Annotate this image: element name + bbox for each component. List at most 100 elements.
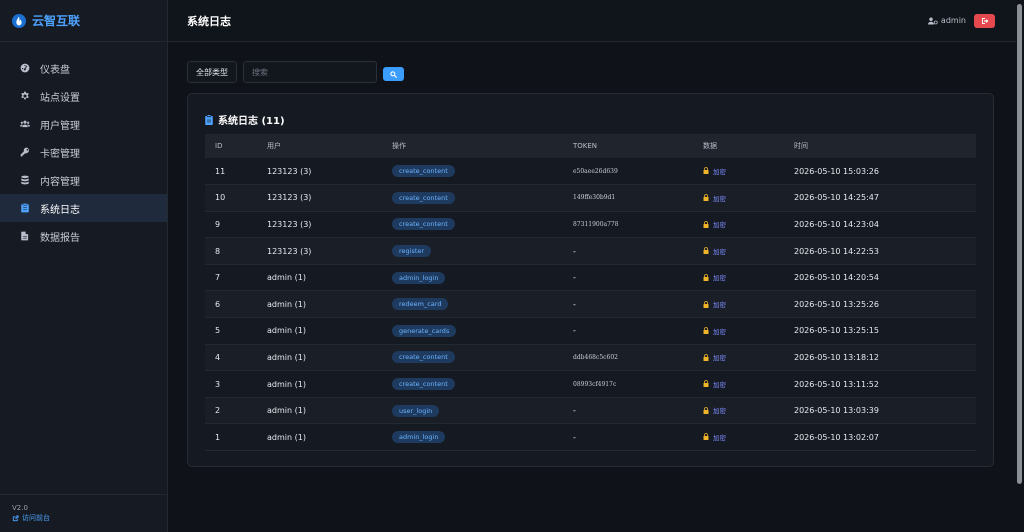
version-label: V2.0 [12, 504, 28, 512]
cell-token: ddb468c5c602 [573, 353, 618, 361]
cell-user: 123123 (3) [267, 193, 312, 203]
encrypted-data-link[interactable]: 加密 [703, 379, 726, 389]
cell-data: 加密 [693, 264, 784, 291]
action-badge[interactable]: redeem_card [392, 298, 449, 311]
column-header-user[interactable]: 用户 [257, 134, 382, 158]
sidebar-item-label: 内容管理 [40, 176, 80, 188]
sidebar-footer: V2.0 访问前台 [0, 494, 167, 532]
table-header-row: ID 用户 操作 TOKEN 数据 时间 [205, 134, 976, 158]
table-row: 10 123123 (3) create_content 149ffe30b9d… [205, 184, 976, 212]
data-label: 加密 [713, 327, 726, 336]
cell-token: - [573, 326, 576, 336]
lock-icon [703, 380, 709, 388]
action-badge[interactable]: create_content [392, 218, 455, 231]
cell-token: - [573, 432, 576, 442]
sidebar-item-dashboard[interactable]: 仪表盘 [0, 54, 167, 82]
column-header-time[interactable]: 时间 [784, 134, 976, 158]
cell-user: admin (1) [267, 432, 306, 442]
logout-button[interactable] [974, 13, 995, 28]
action-badge[interactable]: admin_login [392, 431, 446, 444]
cell-id: 6 [215, 299, 221, 309]
column-header-token[interactable]: TOKEN [563, 134, 693, 158]
data-label: 加密 [713, 274, 726, 283]
table-row: 4 admin (1) create_content ddb468c5c602 … [205, 344, 976, 371]
cell-token: 149ffe30b9d1 [573, 194, 616, 202]
cell-time: 2026-05-10 14:25:47 [794, 193, 879, 203]
table-row: 2 admin (1) user_login - 加密 2026-05-10 1… [205, 397, 976, 424]
search-button[interactable] [383, 67, 404, 81]
cell-action: create_content [382, 344, 563, 371]
cell-time: 2026-05-10 14:22:53 [794, 246, 879, 256]
encrypted-data-link[interactable]: 加密 [703, 193, 726, 203]
action-badge[interactable]: user_login [392, 404, 440, 417]
cell-id: 7 [215, 273, 221, 283]
column-header-id[interactable]: ID [205, 134, 257, 158]
search-input[interactable] [243, 61, 377, 83]
dashboard-icon [20, 63, 30, 73]
data-label: 加密 [713, 433, 726, 442]
data-label: 加密 [713, 301, 726, 310]
table-row: 11 123123 (3) create_content e50aee26d63… [205, 158, 976, 185]
encrypted-data-link[interactable]: 加密 [703, 432, 726, 442]
cell-data: 加密 [693, 291, 784, 318]
column-header-action[interactable]: 操作 [382, 134, 563, 158]
lock-icon [703, 327, 709, 335]
action-badge[interactable]: generate_cards [392, 324, 457, 337]
clipboard-icon [205, 114, 213, 125]
cell-action: admin_login [382, 424, 563, 451]
sidebar-item-data-report[interactable]: 数据报告 [0, 222, 167, 250]
sidebar-item-system-log[interactable]: 系统日志 [0, 194, 167, 222]
encrypted-data-link[interactable]: 加密 [703, 166, 726, 176]
cell-data: 加密 [693, 158, 784, 185]
encrypted-data-link[interactable]: 加密 [703, 326, 726, 336]
sidebar-item-content-management[interactable]: 内容管理 [0, 166, 167, 194]
brand[interactable]: 云智互联 [0, 0, 167, 42]
cell-token: e50aee26d639 [573, 167, 618, 175]
lock-icon [703, 167, 709, 175]
action-badge[interactable]: create_content [392, 191, 455, 204]
action-badge[interactable]: create_content [392, 165, 455, 178]
action-badge[interactable]: register [392, 245, 432, 258]
cell-user: admin (1) [267, 352, 306, 362]
cell-data: 加密 [693, 424, 784, 451]
cell-time: 2026-05-10 13:25:15 [794, 326, 879, 336]
sidebar: 云智互联 仪表盘 站点设置 用户管理 卡密管理 内容管理 系统日志 数据报告 V… [0, 0, 168, 532]
data-label: 加密 [713, 194, 726, 203]
column-header-data[interactable]: 数据 [693, 134, 784, 158]
flame-icon [12, 13, 26, 28]
cell-user: admin (1) [267, 273, 306, 283]
cell-id: 11 [215, 166, 226, 176]
cell-data: 加密 [693, 344, 784, 371]
user-menu[interactable]: admin [927, 16, 966, 25]
cell-id: 8 [215, 246, 221, 256]
cell-token: - [573, 273, 576, 283]
cell-user: 123123 (3) [267, 166, 312, 176]
sidebar-item-site-settings[interactable]: 站点设置 [0, 82, 167, 110]
encrypted-data-link[interactable]: 加密 [703, 219, 726, 229]
sidebar-item-label: 仪表盘 [40, 64, 70, 76]
visit-frontend-link[interactable]: 访问前台 [12, 513, 167, 523]
encrypted-data-link[interactable]: 加密 [703, 299, 726, 309]
sidebar-item-card-management[interactable]: 卡密管理 [0, 138, 167, 166]
action-badge[interactable]: create_content [392, 351, 455, 364]
encrypted-data-link[interactable]: 加密 [703, 272, 726, 282]
cell-action: create_content [382, 158, 563, 185]
encrypted-data-link[interactable]: 加密 [703, 352, 726, 362]
sidebar-item-user-management[interactable]: 用户管理 [0, 110, 167, 138]
cell-user: 123123 (3) [267, 246, 312, 256]
filter-toolbar: 全部类型 [187, 61, 404, 83]
sidebar-item-label: 用户管理 [40, 120, 80, 132]
action-badge[interactable]: create_content [392, 378, 455, 391]
table-row: 5 admin (1) generate_cards - 加密 2026-05-… [205, 318, 976, 345]
encrypted-data-link[interactable]: 加密 [703, 246, 726, 256]
cell-token: - [573, 246, 576, 256]
sidebar-item-label: 数据报告 [40, 232, 80, 244]
action-badge[interactable]: admin_login [392, 271, 446, 284]
user-name-label: admin [940, 16, 966, 25]
scrollbar-thumb[interactable] [1017, 4, 1022, 484]
encrypted-data-link[interactable]: 加密 [703, 405, 726, 415]
cell-data: 加密 [693, 238, 784, 265]
data-label: 加密 [713, 407, 726, 416]
type-filter-select[interactable]: 全部类型 [187, 61, 237, 83]
lock-icon [703, 353, 709, 361]
